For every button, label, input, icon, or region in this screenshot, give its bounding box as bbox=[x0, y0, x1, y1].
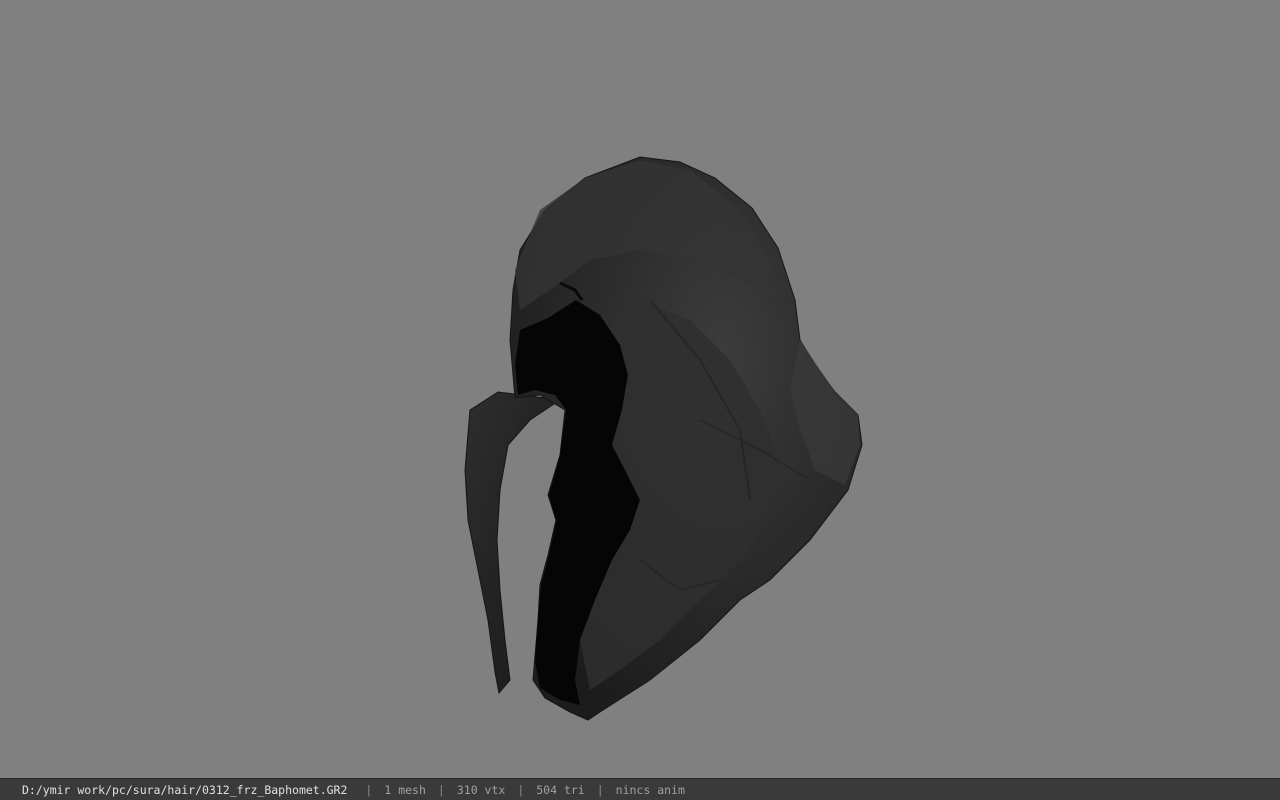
hooded-mask-model[interactable] bbox=[0, 0, 1280, 778]
triangle-count: 504 tri bbox=[536, 782, 585, 797]
3d-viewport[interactable] bbox=[0, 0, 1280, 778]
separator: | bbox=[437, 782, 445, 797]
status-bar: D:/ymir work/pc/sura/hair/0312_frz_Bapho… bbox=[0, 778, 1280, 800]
separator: | bbox=[596, 782, 604, 797]
anim-status: nincs anim bbox=[615, 782, 685, 797]
vertex-count: 310 vtx bbox=[456, 782, 506, 797]
separator: | bbox=[365, 782, 373, 797]
separator: | bbox=[517, 782, 525, 797]
mesh-count: 1 mesh bbox=[384, 782, 426, 797]
file-path: D:/ymir work/pc/sura/hair/0312_frz_Bapho… bbox=[22, 782, 348, 797]
